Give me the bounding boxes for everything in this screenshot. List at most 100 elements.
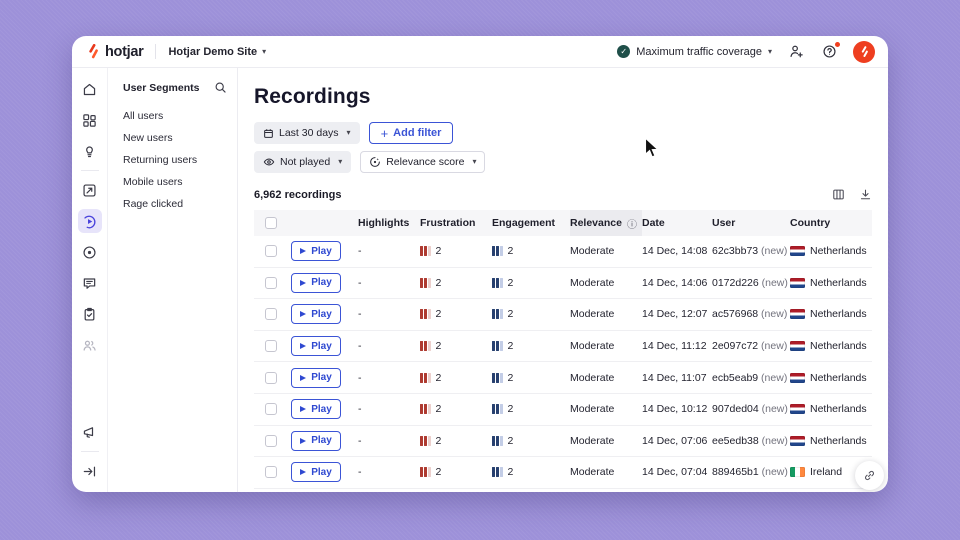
- user-value: 62c3bb73 (new): [712, 245, 790, 257]
- manage-columns-button[interactable]: [832, 188, 845, 201]
- row-checkbox[interactable]: [265, 245, 277, 257]
- segment-item[interactable]: Mobile users: [123, 171, 227, 193]
- relevance-value: Moderate: [570, 403, 642, 415]
- row-checkbox[interactable]: [265, 403, 277, 415]
- relevance-value: Moderate: [570, 308, 642, 320]
- segment-item[interactable]: New users: [123, 127, 227, 149]
- columns-icon: [832, 188, 845, 201]
- frustration-value: 2: [420, 403, 492, 415]
- relevance-value: Moderate: [570, 245, 642, 257]
- dashboard-nav-item[interactable]: [78, 108, 102, 132]
- hotjar-logo[interactable]: hotjar: [86, 44, 143, 60]
- row-checkbox[interactable]: [265, 435, 277, 447]
- play-icon: [300, 406, 306, 412]
- date-value: 14 Dec, 12:07: [642, 308, 712, 320]
- chevron-down-icon: ▾: [338, 158, 342, 166]
- expand-sidebar-icon: [82, 464, 97, 479]
- segment-item[interactable]: Rage clicked: [123, 193, 227, 215]
- megaphone-icon: [82, 425, 97, 440]
- row-checkbox[interactable]: [265, 466, 277, 478]
- avatar-flame-icon: [859, 46, 870, 58]
- engagement-bars: [492, 278, 503, 288]
- heatmaps-nav-item[interactable]: [78, 240, 102, 264]
- country-value: Netherlands: [790, 245, 872, 257]
- site-selector-label: Hotjar Demo Site: [168, 46, 257, 58]
- traffic-coverage-selector[interactable]: ✓ Maximum traffic coverage ▾: [617, 45, 772, 58]
- highlights-value: -: [358, 308, 420, 320]
- user-value: ecb5eab9 (new): [712, 372, 790, 384]
- table-row: Play - 2 2 Moderate 14 Dec, 14:08 62c3bb…: [254, 236, 872, 268]
- help-button[interactable]: [820, 43, 838, 61]
- played-state-filter[interactable]: Not played ▾: [254, 151, 351, 173]
- user-value: ee5edb38 (new): [712, 435, 790, 447]
- engagement-value: 2: [492, 308, 570, 320]
- sort-by-selector[interactable]: Relevance score ▾: [360, 151, 485, 173]
- table-row: Play - 2 2 Moderate 14 Dec, 07:04 889465…: [254, 457, 872, 489]
- sort-by-label: Relevance score: [386, 156, 464, 168]
- play-button[interactable]: Play: [291, 462, 341, 482]
- whats-new-button[interactable]: [78, 420, 102, 444]
- trends-icon: [82, 183, 97, 198]
- date-value: 14 Dec, 14:06: [642, 277, 712, 289]
- play-button[interactable]: Play: [291, 336, 341, 356]
- table-body: Play - 2 2 Moderate 14 Dec, 14:08 62c3bb…: [254, 236, 872, 489]
- users-icon: [82, 338, 97, 353]
- country-flag-icon: [790, 309, 805, 319]
- play-button[interactable]: Play: [291, 304, 341, 324]
- info-icon[interactable]: ⓘ: [627, 216, 637, 231]
- engagement-bars: [492, 341, 503, 351]
- expand-sidebar-button[interactable]: [78, 459, 102, 483]
- segments-panel: User Segments All usersNew usersReturnin…: [108, 68, 238, 492]
- user-value: 907ded04 (new): [712, 403, 790, 415]
- play-button[interactable]: Play: [291, 368, 341, 388]
- recordings-nav-item[interactable]: [78, 209, 102, 233]
- calendar-icon: [263, 128, 274, 139]
- share-link-button[interactable]: [855, 461, 884, 490]
- highlights-value: -: [358, 435, 420, 447]
- chevron-down-icon: ▾: [768, 48, 772, 56]
- row-checkbox[interactable]: [265, 340, 277, 352]
- select-all-checkbox[interactable]: [265, 217, 277, 229]
- row-checkbox[interactable]: [265, 277, 277, 289]
- interviews-nav-item[interactable]: [78, 333, 102, 357]
- home-nav-item[interactable]: [78, 77, 102, 101]
- trends-nav-item[interactable]: [78, 178, 102, 202]
- invite-user-button[interactable]: [787, 43, 805, 61]
- account-avatar[interactable]: [853, 41, 875, 63]
- country-flag-icon: [790, 404, 805, 414]
- nav-rail: [72, 68, 108, 492]
- chevron-down-icon: ▾: [262, 48, 266, 56]
- frustration-value: 2: [420, 308, 492, 320]
- add-filter-button[interactable]: + Add filter: [369, 122, 454, 144]
- recordings-table: Highlights Frustration Engagement Releva…: [254, 210, 872, 489]
- play-button[interactable]: Play: [291, 431, 341, 451]
- engagement-bars: [492, 467, 503, 477]
- feedback-nav-item[interactable]: [78, 271, 102, 295]
- segment-item[interactable]: All users: [123, 105, 227, 127]
- download-button[interactable]: [859, 188, 872, 201]
- table-row: Play - 2 2 Moderate 14 Dec, 11:12 2e097c…: [254, 331, 872, 363]
- play-button[interactable]: Play: [291, 273, 341, 293]
- segments-search-button[interactable]: [214, 81, 227, 94]
- date-range-filter[interactable]: Last 30 days ▾: [254, 122, 360, 144]
- column-header-highlights: Highlights: [358, 217, 420, 229]
- frustration-value: 2: [420, 245, 492, 257]
- country-flag-icon: [790, 246, 805, 256]
- frustration-value: 2: [420, 372, 492, 384]
- user-value: 889465b1 (new): [712, 466, 790, 478]
- frustration-bars: [420, 246, 431, 256]
- play-button[interactable]: Play: [291, 241, 341, 261]
- topbar: hotjar Hotjar Demo Site ▾ ✓ Maximum traf…: [72, 36, 888, 68]
- country-value: Netherlands: [790, 372, 872, 384]
- frustration-value: 2: [420, 340, 492, 352]
- surveys-nav-item[interactable]: [78, 302, 102, 326]
- row-checkbox[interactable]: [265, 372, 277, 384]
- segment-item[interactable]: Returning users: [123, 149, 227, 171]
- site-selector[interactable]: Hotjar Demo Site ▾: [168, 46, 266, 58]
- user-value: 2e097c72 (new): [712, 340, 790, 352]
- help-icon: [822, 44, 837, 59]
- frustration-bars: [420, 373, 431, 383]
- insights-nav-item[interactable]: [78, 139, 102, 163]
- play-button[interactable]: Play: [291, 399, 341, 419]
- row-checkbox[interactable]: [265, 308, 277, 320]
